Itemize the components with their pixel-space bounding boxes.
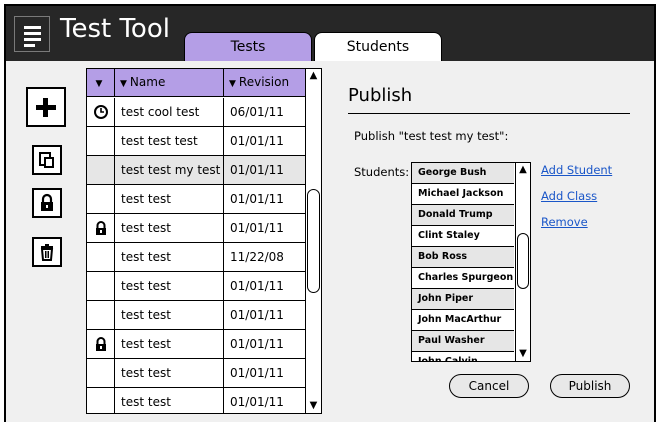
table-row[interactable]: test test test 01/01/11 xyxy=(87,127,305,156)
row-revision: 01/01/11 xyxy=(230,221,284,235)
student-list-item[interactable]: Donald Trump xyxy=(412,205,514,226)
row-revision: 01/01/11 xyxy=(230,308,284,322)
row-status-cell xyxy=(87,98,115,126)
title-bar: Test Tool Tests Students xyxy=(6,6,654,61)
row-status-cell xyxy=(87,185,115,213)
row-revision: 11/22/08 xyxy=(230,250,284,264)
row-name: test test xyxy=(116,330,224,358)
copy-button[interactable] xyxy=(32,145,62,175)
trash-icon xyxy=(40,244,54,261)
lock-icon xyxy=(41,193,53,211)
student-list-item[interactable]: George Bush xyxy=(412,163,514,184)
divider xyxy=(348,113,630,114)
student-list-item[interactable]: Paul Washer xyxy=(412,331,514,352)
row-status-cell xyxy=(87,330,115,358)
add-class-link[interactable]: Add Class xyxy=(541,189,597,203)
row-status-cell xyxy=(87,243,115,271)
row-revision: 01/01/11 xyxy=(230,279,284,293)
remove-link[interactable]: Remove xyxy=(541,215,588,229)
row-revision: 01/01/11 xyxy=(230,395,284,409)
student-list-item[interactable]: John Calvin xyxy=(412,352,514,361)
table-row[interactable]: test test my test 01/01/11 xyxy=(87,156,305,185)
scroll-up-icon[interactable]: ▲ xyxy=(306,69,321,83)
sort-arrow-icon: ▼ xyxy=(95,79,103,89)
row-name: test test xyxy=(116,388,224,413)
row-name: test test xyxy=(116,214,224,242)
scroll-up-icon[interactable]: ▲ xyxy=(516,163,530,177)
lock-icon xyxy=(96,337,106,351)
student-list-item[interactable]: Michael Jackson xyxy=(412,184,514,205)
row-status-cell xyxy=(87,388,115,413)
app-title: Test Tool xyxy=(60,14,170,44)
row-status-cell xyxy=(87,301,115,329)
row-name: test cool test xyxy=(116,98,224,126)
row-status-cell xyxy=(87,359,115,387)
add-button[interactable] xyxy=(26,87,66,127)
clock-icon xyxy=(94,105,108,119)
add-student-link[interactable]: Add Student xyxy=(541,163,612,177)
row-status-cell xyxy=(87,214,115,242)
main-content: ▼ ▼ Name ▼ Revision test cool test 06/01/11… xyxy=(6,61,654,422)
row-name: test test test xyxy=(116,127,224,155)
student-list-item[interactable]: Clint Staley xyxy=(412,226,514,247)
row-revision: 01/01/11 xyxy=(230,134,284,148)
student-list-item[interactable]: John MacArthur xyxy=(412,310,514,331)
scroll-thumb[interactable] xyxy=(517,233,529,289)
table-row[interactable]: test test 01/01/11 xyxy=(87,185,305,214)
lock-button[interactable] xyxy=(32,188,62,218)
student-list-item[interactable]: John Piper xyxy=(412,289,514,310)
table-row[interactable]: test test 01/01/11 xyxy=(87,214,305,243)
tab-tests[interactable]: Tests xyxy=(184,32,312,61)
student-list-item[interactable]: Charles Spurgeon xyxy=(412,268,514,289)
cancel-button[interactable]: Cancel xyxy=(449,374,529,398)
publish-subtitle: Publish "test test my test": xyxy=(354,129,509,143)
row-revision: 06/01/11 xyxy=(230,105,284,119)
student-list-item[interactable]: Bob Ross xyxy=(412,247,514,268)
copy-icon xyxy=(39,152,54,168)
student-list-scrollbar[interactable]: ▲ ▼ xyxy=(515,163,530,361)
delete-button[interactable] xyxy=(32,237,62,267)
table-row[interactable]: test cool test 06/01/11 xyxy=(87,98,305,127)
table-row[interactable]: test test 01/01/11 xyxy=(87,330,305,359)
row-name: test test xyxy=(116,185,224,213)
scroll-thumb[interactable] xyxy=(307,189,320,293)
table-scrollbar[interactable]: ▲ ▼ xyxy=(305,69,321,413)
row-name: test test xyxy=(116,301,224,329)
table-row[interactable]: test test 01/01/11 xyxy=(87,301,305,330)
publish-title: Publish xyxy=(348,85,413,106)
row-name: test test my test xyxy=(116,156,224,184)
students-label: Students: xyxy=(354,165,410,179)
column-header-name[interactable]: ▼ Name xyxy=(116,69,224,96)
table-header: ▼ ▼ Name ▼ Revision xyxy=(87,69,321,97)
row-status-cell xyxy=(87,156,115,184)
publish-button[interactable]: Publish xyxy=(550,374,630,398)
table-row[interactable]: test test 01/01/11 xyxy=(87,359,305,388)
table-row[interactable]: test test 11/22/08 xyxy=(87,243,305,272)
sort-arrow-icon: ▼ xyxy=(120,79,127,89)
column-header-icon[interactable]: ▼ xyxy=(87,69,115,96)
row-revision: 01/01/11 xyxy=(230,192,284,206)
app-window: Test Tool Tests Students ▼ ▼ Name ▼ Revi… xyxy=(4,4,656,422)
scroll-down-icon[interactable]: ▼ xyxy=(516,347,530,361)
row-name: test test xyxy=(116,243,224,271)
scroll-down-icon[interactable]: ▼ xyxy=(306,399,321,413)
row-name: test test xyxy=(116,359,224,387)
table-row[interactable]: test test 01/01/11 xyxy=(87,388,305,413)
row-name: test test xyxy=(116,272,224,300)
lock-icon xyxy=(96,221,106,235)
document-lines-icon xyxy=(14,16,50,52)
student-list: George Bush Michael Jackson Donald Trump Cl… xyxy=(411,162,531,362)
tests-table: ▼ ▼ Name ▼ Revision test cool test 06/01/11… xyxy=(86,68,322,414)
tab-students[interactable]: Students xyxy=(314,32,442,61)
sort-arrow-icon: ▼ xyxy=(229,79,236,89)
table-row[interactable]: test test 01/01/11 xyxy=(87,272,305,301)
row-revision: 01/01/11 xyxy=(230,337,284,351)
row-revision: 01/01/11 xyxy=(230,163,284,177)
row-status-cell xyxy=(87,272,115,300)
column-header-revision[interactable]: ▼ Revision xyxy=(225,69,305,96)
row-revision: 01/01/11 xyxy=(230,366,284,380)
row-status-cell xyxy=(87,127,115,155)
